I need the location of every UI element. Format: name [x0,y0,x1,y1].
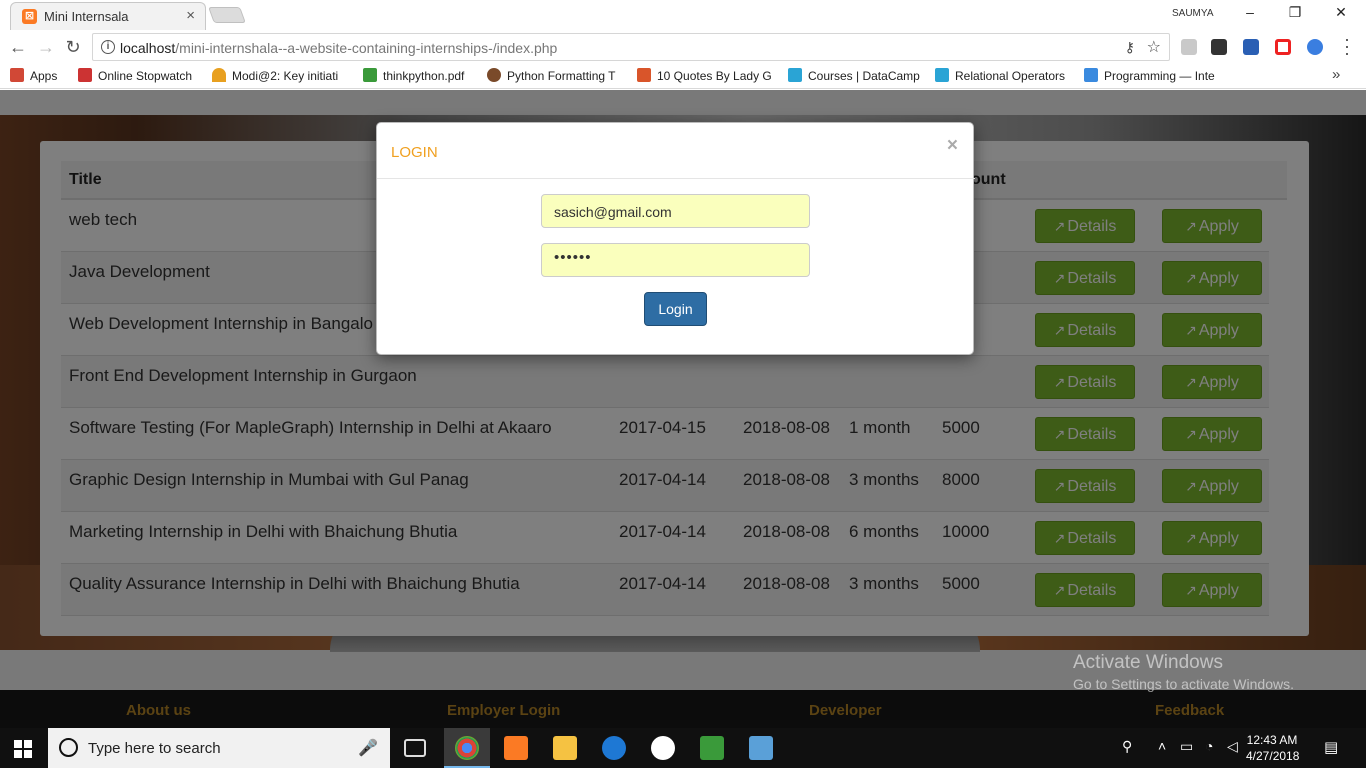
bookmark-item[interactable]: Courses | DataCamp [788,68,924,83]
extension-icon[interactable] [1307,39,1323,55]
bookmark-item[interactable]: Programming — Inte [1084,68,1220,83]
bookmark-item[interactable]: Relational Operators [935,68,1072,83]
people-icon[interactable]: ⚲ [1122,738,1132,755]
edge-icon[interactable] [602,736,626,760]
close-window-button[interactable]: ✕ [1331,4,1351,21]
new-tab-button[interactable] [208,7,246,23]
opera-icon[interactable] [1275,39,1291,55]
url-text[interactable]: localhost/mini-internshala--a-website-co… [120,40,557,56]
shield-icon [788,68,802,82]
wifi-icon[interactable]: ◔ [1205,738,1213,754]
restore-button[interactable]: ❐ [1285,4,1305,21]
s-icon [637,68,651,82]
bookmarks-bar: Apps Online Stopwatch Modi@2: Key initia… [0,64,1366,89]
modal-close-icon[interactable]: × [947,135,958,157]
microphone-icon[interactable]: 🎤 [358,738,378,758]
bookmark-item[interactable]: Python Formatting T [487,68,624,83]
login-modal: LOGIN × sasich@gmail.com •••••• Login [376,122,975,355]
bookmark-item[interactable]: 10 Quotes By Lady G [637,68,775,83]
clock-date: 4/27/2018 [1246,749,1300,763]
taskbar-search[interactable]: Type here to search 🎤 [48,728,390,768]
reload-icon[interactable]: ↻ [63,37,83,58]
key-icon[interactable]: ⚷ [1125,39,1135,56]
back-icon[interactable]: ← [8,37,28,58]
clock-time: 12:43 AM [1246,733,1298,747]
menu-icon[interactable]: · · · [1344,30,1350,62]
modal-divider [377,178,975,179]
browser-tabstrip: ⊠ Mini Internsala × SAUMYA – ❐ ✕ [0,0,1366,30]
activate-windows-subtitle: Go to Settings to activate Windows. [1073,676,1294,692]
windows-start-icon[interactable] [14,740,32,758]
minimize-button[interactable]: – [1240,4,1260,20]
bookmark-item[interactable]: thinkpython.pdf [363,68,478,83]
bookmark-item[interactable]: Modi@2: Key initiati [212,68,348,83]
rainbow-icon [212,68,226,82]
extension-icon[interactable] [1181,39,1197,55]
stopwatch-icon [78,68,92,82]
password-field[interactable]: •••••• [541,243,810,277]
stats-app-icon[interactable] [700,736,724,760]
show-hidden-icons-icon[interactable]: ˄ [1158,738,1166,754]
xampp-favicon-icon: ⊠ [22,9,37,24]
profile-name[interactable]: SAUMYA [1172,8,1214,19]
apps-grid-icon [10,68,24,82]
taskbar-clock[interactable]: 12:43 AM 4/27/2018 [1246,732,1300,764]
windows-taskbar: Type here to search 🎤 ⚲ ˄ ▭ ◔ ◁ 12:43 AM… [0,728,1366,768]
slack-icon[interactable] [651,736,675,760]
ib-icon [1084,68,1098,82]
notifications-icon[interactable]: ▤ [1324,738,1338,756]
file-explorer-icon[interactable] [553,736,577,760]
bookmark-item[interactable]: Online Stopwatch [78,68,202,83]
cortana-icon [59,738,78,757]
email-field[interactable]: sasich@gmail.com [541,194,810,228]
bookmark-extension-icon[interactable] [1243,39,1259,55]
xampp-icon[interactable] [504,736,528,760]
paint-icon[interactable] [749,736,773,760]
volume-icon[interactable]: ◁ [1227,738,1238,755]
pdf-icon [363,68,377,82]
info-icon[interactable]: i [101,40,115,54]
address-bar[interactable]: i localhost/mini-internshala--a-website-… [92,33,1170,61]
login-button[interactable]: Login [644,292,707,326]
extension-icon[interactable] [1211,39,1227,55]
search-placeholder: Type here to search [88,740,221,757]
activate-windows-title: Activate Windows [1073,652,1223,673]
task-view-icon[interactable] [404,739,426,757]
footer-backdrop [0,690,1366,728]
modal-title: LOGIN [391,144,438,161]
browser-toolbar: ← → ↻ i localhost/mini-internshala--a-we… [0,30,1366,64]
tab-title: Mini Internsala [44,9,129,24]
forward-icon[interactable]: → [36,37,56,58]
more-bookmarks-icon[interactable]: » [1332,66,1340,83]
chrome-icon[interactable] [455,736,479,760]
tab-close-icon[interactable]: × [186,7,195,24]
shield-icon [935,68,949,82]
battery-icon[interactable]: ▭ [1180,738,1193,755]
browser-tab[interactable]: ⊠ Mini Internsala × [10,2,206,30]
python-icon [487,68,501,82]
star-icon[interactable]: ☆ [1147,37,1161,57]
bookmark-item[interactable]: Apps [10,68,70,83]
